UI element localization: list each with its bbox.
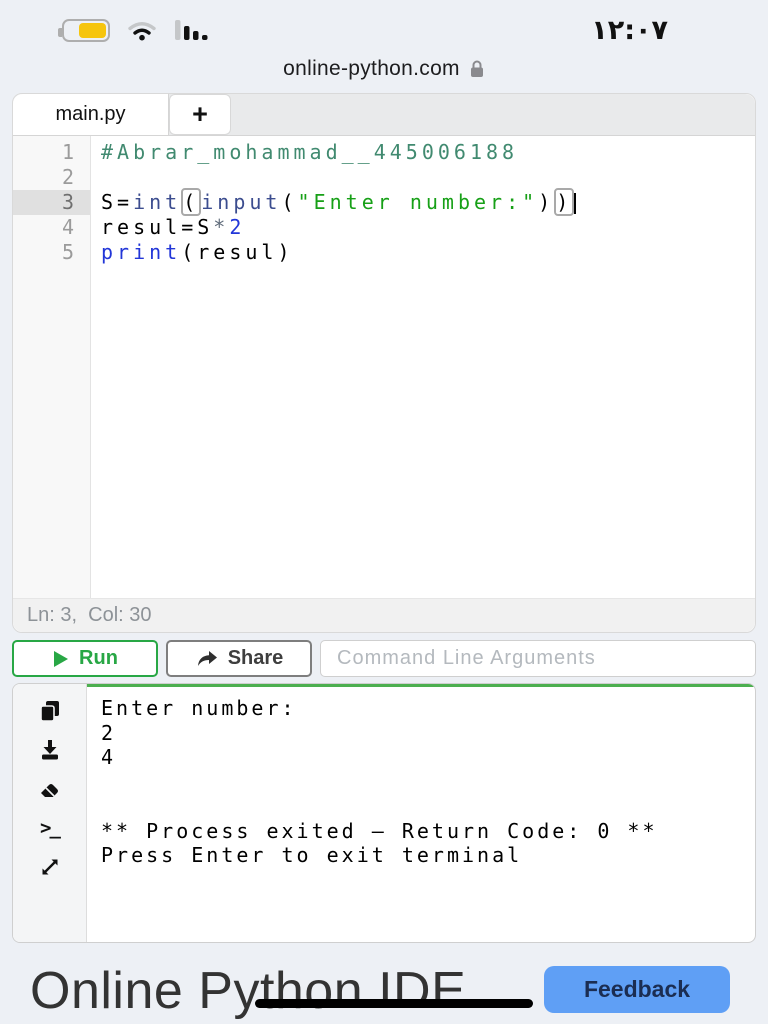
terminal-output[interactable]: Enter number: 2 4 ** Process exited — Re…	[87, 684, 755, 942]
play-icon	[52, 649, 70, 669]
url-domain[interactable]: online-python.com	[283, 57, 460, 81]
battery-icon	[58, 18, 110, 42]
expand-icon[interactable]	[37, 854, 63, 880]
share-label: Share	[227, 647, 284, 669]
status-bar: ١٢:٠٧	[0, 0, 768, 48]
terminal-line: 2	[101, 720, 117, 745]
clock-time: ١٢:٠٧	[591, 14, 668, 46]
code-token: S=	[101, 190, 134, 214]
terminal-line: Press Enter to exit terminal	[101, 843, 523, 867]
wifi-icon	[126, 18, 158, 42]
share-arrow-icon	[195, 649, 219, 669]
tab-main-py[interactable]: main.py	[13, 94, 169, 135]
run-label: Run	[79, 647, 118, 669]
builtin-token: int	[133, 190, 182, 214]
line-number: 2	[61, 165, 74, 189]
matched-bracket: )	[554, 188, 575, 216]
copy-icon[interactable]	[37, 698, 63, 724]
code-token: (resul)	[181, 240, 294, 264]
line-number: 5	[61, 240, 74, 264]
browser-address-bar[interactable]: online-python.com	[0, 48, 768, 90]
code-line-1: #Abrar_mohammad__445006188	[101, 140, 755, 165]
line-number: 1	[61, 140, 74, 164]
code-editor-panel: main.py + 1 2 3 4 5 #Abrar_mohammad__445…	[12, 93, 756, 633]
code-token: )	[538, 190, 555, 214]
code-line-5: print(resul)	[101, 240, 755, 265]
new-tab-button[interactable]: +	[169, 94, 231, 135]
eraser-icon[interactable]	[37, 776, 63, 802]
cursor-position-status: Ln: 3, Col: 30	[13, 598, 755, 632]
feedback-button[interactable]: Feedback	[544, 966, 730, 1013]
actions-row: Run Share	[12, 640, 756, 677]
home-indicator-bar[interactable]	[255, 999, 533, 1008]
code-editor[interactable]: 1 2 3 4 5 #Abrar_mohammad__445006188 S=i…	[13, 136, 755, 598]
string-token: "Enter number:"	[297, 190, 539, 214]
operator-token: *	[213, 215, 230, 239]
prompt-glyph: >_	[40, 817, 61, 839]
code-line-3: S=int(input("Enter number:"))	[101, 188, 755, 216]
run-button[interactable]: Run	[12, 640, 158, 677]
tab-label: main.py	[55, 103, 126, 125]
builtin-token: input	[201, 190, 282, 214]
cellular-signal-icon	[174, 18, 210, 42]
share-button[interactable]: Share	[166, 640, 312, 677]
keyword-token: print	[101, 240, 182, 264]
number-token: 2	[229, 215, 246, 239]
terminal-line: ** Process exited — Return Code: 0 **	[101, 818, 658, 843]
code-text-area[interactable]: #Abrar_mohammad__445006188 S=int(input("…	[91, 136, 755, 598]
terminal-prompt-icon[interactable]: >_	[37, 815, 63, 841]
editor-tab-bar: main.py +	[13, 94, 755, 136]
code-token: resul=S	[101, 215, 214, 239]
plus-icon: +	[192, 99, 208, 129]
terminal-panel: >_ Enter number: 2 4 ** Process exited —…	[12, 683, 756, 943]
line-number-active: 3	[13, 190, 90, 215]
code-line-4: resul=S*2	[101, 215, 755, 240]
download-icon[interactable]	[37, 737, 63, 763]
lock-icon	[469, 59, 485, 79]
terminal-line: Enter number:	[101, 696, 297, 720]
text-cursor	[574, 193, 577, 214]
terminal-line: 4	[101, 745, 117, 769]
comment-token: #Abrar_mohammad__445006188	[101, 140, 519, 164]
terminal-toolbar: >_	[13, 684, 87, 942]
line-number: 4	[61, 215, 74, 239]
command-line-arguments-input[interactable]	[320, 640, 756, 677]
matched-bracket: (	[181, 188, 202, 216]
line-number-gutter: 1 2 3 4 5	[13, 136, 91, 598]
code-token: (	[281, 190, 298, 214]
